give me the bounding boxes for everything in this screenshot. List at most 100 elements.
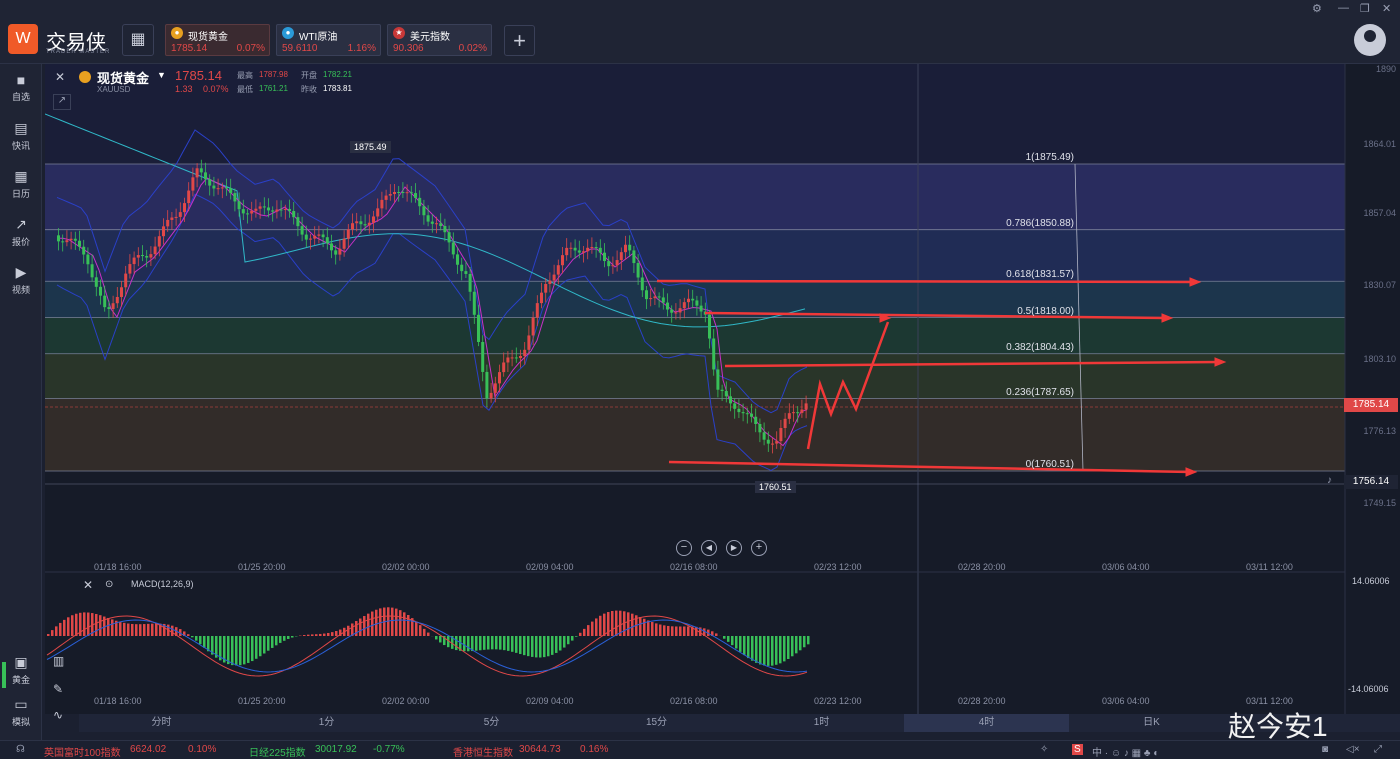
bottom-ticker-name[interactable]: 香港恒生指数 [453,744,513,759]
zoom-in-button[interactable]: + [751,540,767,556]
minimize-icon[interactable]: — [1338,2,1349,14]
scroll-back-button[interactable]: ◀ [701,540,717,556]
sidebar-item-demo[interactable]: ▭ 模拟 [0,696,42,728]
close-chart-icon[interactable]: ✕ [55,70,65,84]
timeframe-tab[interactable]: 4时 [904,714,1069,732]
macd-bar [579,633,582,636]
user-avatar[interactable] [1354,24,1386,56]
timeframe-tab[interactable]: 15分 [574,714,739,732]
candle-body [359,221,362,224]
pen-tool-icon[interactable]: ✎ [53,682,63,696]
price-axis-label: 1857.04 [1363,208,1396,218]
bottom-ticker-name[interactable]: 日经225指数 [249,744,306,759]
macd-bar [283,636,286,641]
camera-icon[interactable]: ◙ [1322,744,1328,755]
candle-body [557,265,560,274]
candle-body [481,342,484,372]
chart-panel[interactable]: ✕ 现货黄金 ▼ XAUUSD 1785.14 1.33 0.07% 最高 17… [45,64,1400,714]
sidebar-item-news[interactable]: ▤ 快讯 [0,120,42,152]
current-price-tag: 1785.14 [1344,398,1398,412]
macd-bar [519,636,522,654]
macd-bar [683,626,686,636]
macd-bar [515,636,518,653]
add-ticker-button[interactable]: + [504,25,535,56]
candle-body [128,264,131,274]
candle-body [666,303,669,310]
bell-icon[interactable]: ♪ [1327,475,1332,486]
candle-body [343,239,346,249]
candle-body [511,357,514,358]
timeframe-tab[interactable]: 1时 [739,714,904,732]
fib-band [45,230,1345,282]
price-chart-svg[interactable] [45,64,1400,714]
low-marker: 1760.51 [755,481,796,493]
candle-body [422,206,425,215]
mute-icon[interactable]: ◁× [1346,744,1360,755]
settings-icon[interactable]: ⚙ [1312,2,1322,15]
line-tool-icon[interactable]: ∿ [53,708,63,722]
time-axis-label: 01/25 20:00 [238,562,286,572]
macd-bar [187,634,190,636]
ticker-tab-usd-index[interactable]: ★ 美元指数 90.306 0.02% [387,24,492,56]
layout-grid-button[interactable]: ▦ [122,24,154,56]
macd-bar [279,636,282,643]
candle-body [250,211,253,214]
tray-icons[interactable]: 中 · ☺ ♪ ▦ ♣ ◐ [1092,744,1159,759]
candle-body [502,362,505,372]
indicator-tool-icon[interactable]: ▥ [53,654,64,668]
candle-body [641,277,644,290]
headset-icon[interactable]: ☊ [16,744,25,755]
candle-body [792,412,795,413]
macd-bar [675,626,678,636]
bottom-ticker-name[interactable]: 英国富时100指数 [44,744,121,759]
macd-settings-icon[interactable]: ⊙ [105,579,113,590]
price-axis-label: 1749.15 [1363,498,1396,508]
macd-bar [671,626,674,636]
timeframe-tab[interactable]: 分时 [79,714,244,732]
tool-icon[interactable]: ✧ [1040,744,1048,755]
sidebar-item-video[interactable]: ▶ 视频 [0,264,42,296]
bottom-ticker-change: -0.77% [373,744,405,755]
macd-bar [307,635,310,636]
candle-body [351,223,354,229]
scroll-forward-button[interactable]: ▶ [726,540,742,556]
time-axis-label: 01/25 20:00 [238,696,286,706]
macd-bar [395,609,398,636]
timeframe-tab[interactable]: 1分 [244,714,409,732]
timeframe-tab[interactable]: 5分 [409,714,574,732]
high-value: 1787.98 [259,70,288,79]
candle-body [679,308,682,312]
candle-body [750,414,753,417]
fullscreen-icon[interactable]: ⤢ [1374,744,1382,755]
candle-body [607,261,610,266]
timeframe-tab[interactable]: 日K [1069,714,1234,732]
macd-bar [227,636,230,664]
sidebar-item-gold[interactable]: ▣ 黄金 [0,654,42,686]
candle-body [107,307,110,309]
ticker-tab-oil[interactable]: ● WTI原油 59.6110 1.16% [276,24,381,56]
macd-bar [727,636,730,642]
candle-body [229,188,232,193]
restore-icon[interactable]: ❐ [1360,2,1370,15]
macd-bar [631,614,634,636]
macd-bar [783,636,786,661]
candle-body [582,251,585,252]
sidebar-item-quotes[interactable]: ↗ 报价 [0,216,42,248]
sidebar-item-watchlist[interactable]: ■ 自选 [0,72,42,103]
macd-bar [203,636,206,648]
zoom-out-button[interactable]: − [676,540,692,556]
macd-bar [795,636,798,653]
ticker-tab-gold[interactable]: ● 现货黄金 1785.14 0.07% [165,24,270,56]
input-method-icon[interactable]: S [1072,744,1083,755]
candle-body [372,216,375,222]
close-window-icon[interactable]: ✕ [1382,2,1391,15]
macd-bar [331,632,334,636]
close-macd-icon[interactable]: ✕ [83,578,93,592]
chevron-down-icon[interactable]: ▼ [157,70,166,80]
draw-tool-icon[interactable]: ↗ [53,94,71,110]
candle-body [82,247,85,255]
candle-body [691,299,694,301]
candle-body [536,303,539,317]
sidebar-item-calendar[interactable]: ▦ 日历 [0,168,42,200]
macd-bar [191,636,194,637]
